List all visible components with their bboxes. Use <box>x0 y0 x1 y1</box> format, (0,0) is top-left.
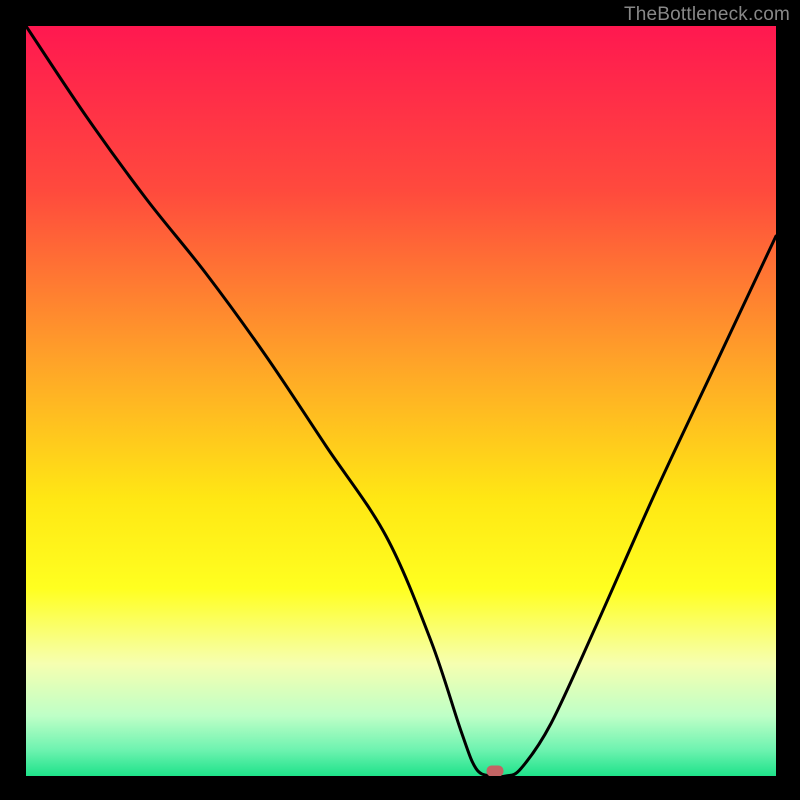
curve-layer <box>26 26 776 776</box>
bottleneck-curve <box>26 26 776 776</box>
plot-area <box>26 26 776 776</box>
watermark-text: TheBottleneck.com <box>624 4 790 26</box>
chart-frame: TheBottleneck.com <box>0 0 800 800</box>
optimum-marker <box>486 766 503 777</box>
